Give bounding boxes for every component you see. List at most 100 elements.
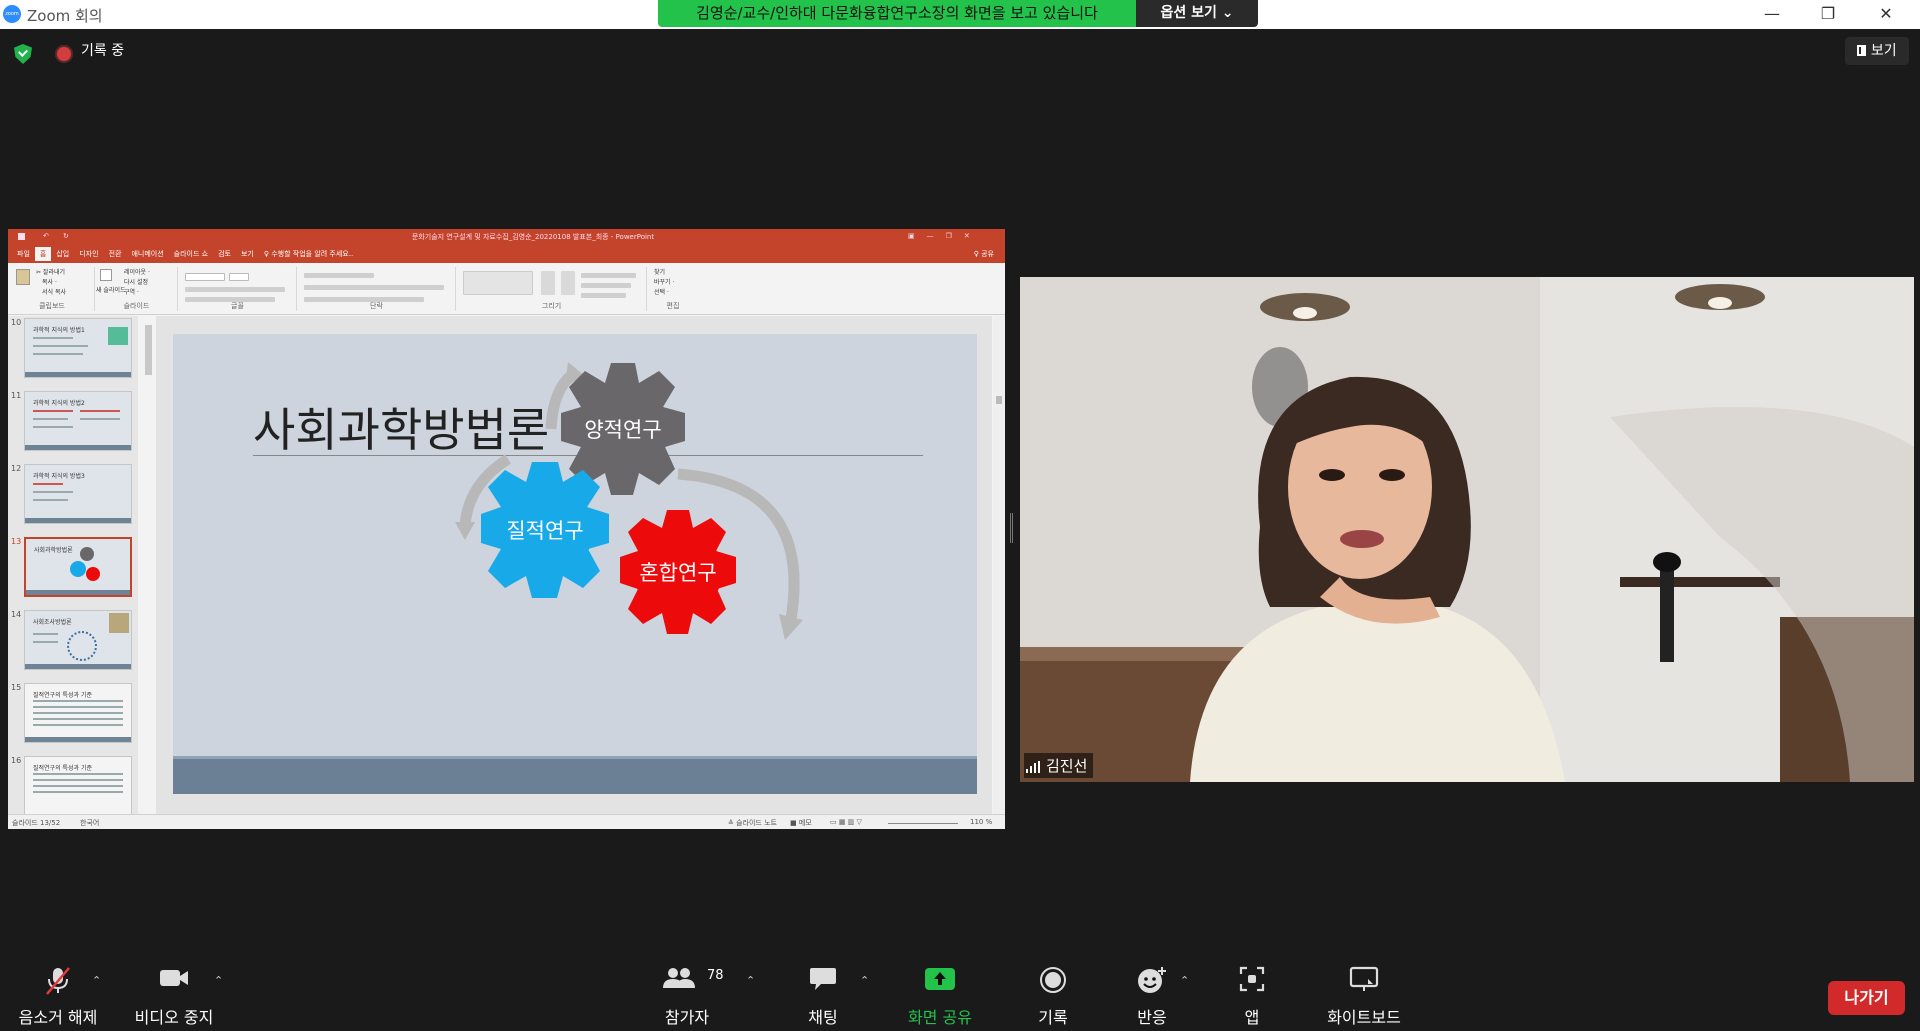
stop-video-button[interactable]: 비디오 중지 bbox=[124, 952, 224, 1031]
share-screen-label: 화면 공유 bbox=[908, 1008, 972, 1027]
reset-button[interactable]: 다시 설정 bbox=[124, 277, 148, 286]
arrowhead-right bbox=[779, 614, 803, 640]
select-button[interactable]: 선택 · bbox=[654, 287, 669, 296]
cut-button[interactable]: ✂ 잘라내기 bbox=[36, 267, 65, 276]
chat-caret-icon[interactable]: ⌃ bbox=[860, 974, 870, 987]
signal-strength-icon bbox=[1026, 761, 1040, 773]
recording-icon bbox=[57, 47, 71, 61]
security-shield-icon[interactable] bbox=[14, 44, 32, 64]
whiteboard-label: 화이트보드 bbox=[1327, 1008, 1401, 1027]
slide-thumbnails-panel: 10 과학적 지식의 방법1 11 과학적 지식의 방법2 12 과학적 지식의… bbox=[8, 316, 138, 814]
share-screen-button[interactable]: 화면 공유 bbox=[890, 952, 990, 1031]
copy-button[interactable]: 복사 · bbox=[42, 277, 57, 286]
reactions-label: 반응 bbox=[1137, 1008, 1167, 1027]
view-button[interactable]: 보기 bbox=[1845, 37, 1909, 65]
record-button[interactable]: 기록 bbox=[1003, 952, 1103, 1031]
ppt-tab-animations[interactable]: 애니메이션 bbox=[126, 247, 168, 261]
ribbon-group-font: 글꼴 bbox=[179, 267, 297, 311]
thumbnail-slide-12[interactable]: 과학적 지식의 방법3 bbox=[24, 464, 132, 524]
zoom-level[interactable]: 110 % bbox=[970, 818, 992, 826]
ppt-tab-slideshow[interactable]: 슬라이드 쇼 bbox=[169, 247, 213, 261]
thumb-title: 과학적 지식의 방법1 bbox=[33, 327, 85, 334]
thumbnail-slide-14[interactable]: 사회조사방법론 bbox=[24, 610, 132, 670]
gear-label-mixed: 혼합연구 bbox=[639, 561, 716, 585]
thumbnail-slide-13[interactable]: 사회과학방법론 bbox=[24, 537, 132, 597]
apps-button[interactable]: 앱 bbox=[1202, 952, 1302, 1031]
slide-footer-band bbox=[173, 756, 977, 794]
ribbon-group-paragraph: 단락 bbox=[298, 267, 456, 311]
minimize-button[interactable]: — bbox=[1752, 3, 1792, 25]
thumb-number: 11 bbox=[11, 391, 22, 400]
participants-button[interactable]: 78 참가자 bbox=[637, 952, 737, 1031]
comments-button[interactable]: ■ 메모 bbox=[790, 818, 812, 828]
gear-mixed: 혼합연구 bbox=[620, 510, 736, 634]
video-options-caret-icon[interactable]: ⌃ bbox=[214, 974, 224, 987]
new-slide-button[interactable]: 새 슬라이드 bbox=[96, 285, 126, 294]
ppt-tab-view[interactable]: 보기 bbox=[236, 247, 259, 261]
ppt-tab-design[interactable]: 디자인 bbox=[74, 247, 103, 261]
ppt-share-button[interactable]: ♀ 공유 bbox=[969, 247, 999, 261]
thumbnail-slide-15[interactable]: 질적연구의 특성과 기준 bbox=[24, 683, 132, 743]
thumbnail-slide-16[interactable]: 질적연구의 특성과 기준 bbox=[24, 756, 132, 814]
view-mode-icons[interactable]: ▭ ▦ ▥ ▽ bbox=[830, 818, 862, 826]
ribbon-label-paragraph: 단락 bbox=[370, 302, 383, 310]
chat-button[interactable]: 채팅 bbox=[773, 952, 873, 1031]
notes-button[interactable]: ≙ 슬라이드 노트 bbox=[728, 818, 777, 828]
ppt-tab-transitions[interactable]: 전환 bbox=[104, 247, 127, 261]
ppt-tab-insert[interactable]: 삽입 bbox=[51, 247, 74, 261]
find-button[interactable]: 찾기 bbox=[654, 267, 665, 276]
microphone-muted-icon bbox=[46, 967, 70, 995]
slide-vertical-scrollbar[interactable] bbox=[993, 316, 1005, 814]
zoom-logo-icon: zoom bbox=[3, 5, 21, 23]
view-button-label: 보기 bbox=[1870, 43, 1897, 59]
share-banner: 김영순/교수/인하대 다문화융합연구소장의 화면을 보고 있습니다 bbox=[658, 0, 1136, 27]
meeting-toolbar: 음소거 해제 ⌃ 비디오 중지 ⌃ 78 참가자 ⌃ 채팅 ⌃ 화면 공유 기록… bbox=[0, 952, 1920, 1031]
leave-button[interactable]: 나가기 bbox=[1828, 981, 1905, 1015]
thumbnail-slide-11[interactable]: 과학적 지식의 방법2 bbox=[24, 391, 132, 451]
replace-button[interactable]: 바꾸기 · bbox=[654, 277, 674, 286]
ppt-tab-file[interactable]: 파일 bbox=[12, 247, 35, 261]
layout-button[interactable]: 레이아웃 · bbox=[124, 267, 150, 276]
participant-video[interactable]: 김진선 bbox=[1020, 277, 1914, 782]
thumbnail-slide-10[interactable]: 과학적 지식의 방법1 bbox=[24, 318, 132, 378]
whiteboard-icon bbox=[1349, 966, 1379, 991]
ppt-tab-review[interactable]: 검토 bbox=[213, 247, 236, 261]
unmute-button[interactable]: 음소거 해제 bbox=[8, 952, 108, 1031]
participants-caret-icon[interactable]: ⌃ bbox=[746, 974, 756, 987]
chat-label: 채팅 bbox=[808, 1008, 838, 1027]
gallery-view-icon bbox=[1857, 45, 1867, 56]
ppt-tell-me[interactable]: ♀ 수행할 작업을 알려 주세요.. bbox=[259, 247, 358, 261]
zoom-slider[interactable] bbox=[888, 823, 958, 824]
thumb-title: 과학적 지식의 방법2 bbox=[33, 400, 85, 407]
panel-divider-handle[interactable] bbox=[1010, 513, 1013, 543]
ribbon-label-editing: 편집 bbox=[666, 302, 680, 310]
thumb-number: 13 bbox=[11, 537, 22, 546]
recording-status[interactable]: 기록 중 bbox=[81, 40, 124, 60]
close-button[interactable]: ✕ bbox=[1866, 3, 1906, 25]
slide-counter: 슬라이드 13/52 bbox=[12, 819, 61, 827]
whiteboard-button[interactable]: 화이트보드 bbox=[1314, 952, 1414, 1031]
chat-bubble-icon bbox=[810, 968, 836, 990]
reaction-smiley-icon bbox=[1138, 967, 1166, 993]
reactions-caret-icon[interactable]: ⌃ bbox=[1180, 974, 1190, 987]
ribbon-label-clipboard: 클립보드 bbox=[39, 302, 65, 310]
reactions-button[interactable]: 반응 bbox=[1102, 952, 1202, 1031]
thumb-number: 12 bbox=[11, 464, 22, 473]
ppt-window-controls: ▣—❐✕ bbox=[908, 232, 982, 240]
view-options-button[interactable]: 옵션 보기 ⌄ bbox=[1136, 0, 1258, 27]
thumb-number: 14 bbox=[11, 610, 22, 619]
restore-button[interactable]: ❐ bbox=[1808, 3, 1848, 25]
ppt-title-bar: ↶ ↻ 문화기술지 연구설계 및 자료수집_김영순_20220108 발표본_최… bbox=[8, 229, 1005, 263]
unmute-label: 음소거 해제 bbox=[18, 1008, 98, 1027]
audio-options-caret-icon[interactable]: ⌃ bbox=[92, 974, 102, 987]
thumb-title: 사회과학방법론 bbox=[34, 547, 73, 554]
section-button[interactable]: 구역 · bbox=[124, 287, 139, 296]
thumb-number: 15 bbox=[11, 683, 22, 692]
thumbnail-scrollbar[interactable] bbox=[145, 325, 152, 375]
format-painter-button[interactable]: 서식 복사 bbox=[42, 287, 66, 296]
app-title: Zoom 회의 bbox=[27, 7, 103, 25]
paste-icon[interactable] bbox=[16, 269, 30, 285]
slide-13[interactable]: 사회과학방법론 양적연구 질적연구 혼합연구 bbox=[173, 334, 977, 794]
new-slide-icon[interactable] bbox=[100, 269, 112, 281]
ppt-tab-home[interactable]: 홈 bbox=[34, 247, 52, 261]
